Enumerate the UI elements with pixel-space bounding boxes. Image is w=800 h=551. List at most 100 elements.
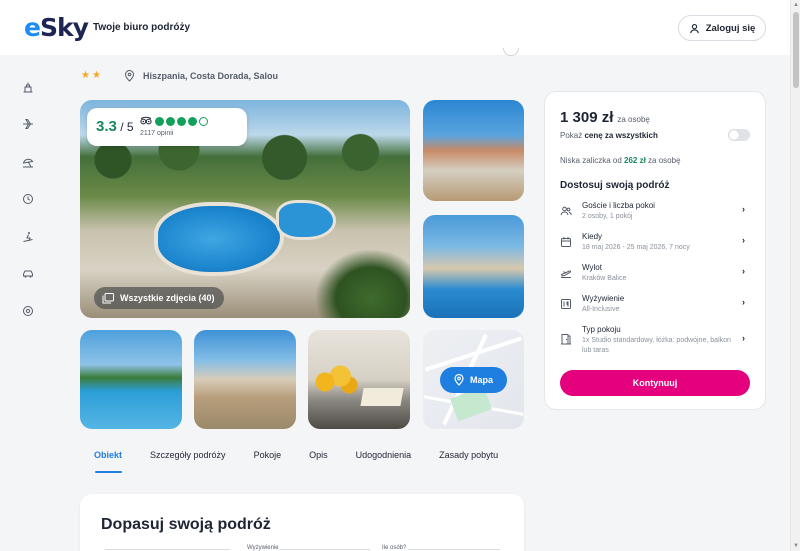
option-dates[interactable]: Kiedy 18 maj 2026 - 25 maj 2026, 7 nocy … — [560, 232, 752, 256]
photo-pool-side — [276, 200, 336, 240]
tab-trip-details[interactable]: Szczegóły podróży — [136, 450, 240, 474]
page-scrollbar[interactable]: ▲ ▼ — [790, 0, 800, 551]
price-unit: za osobę — [617, 115, 650, 124]
option-title: Kiedy — [582, 232, 603, 241]
tab-rules[interactable]: Zasady pobytu — [425, 450, 512, 474]
all-photos-label: Wszystkie zdjęcia (40) — [120, 293, 215, 303]
calendar-icon — [561, 237, 571, 247]
option-value: All-Inclusive — [582, 306, 620, 313]
beach-umbrella-icon — [22, 158, 34, 168]
scroll-thumb[interactable] — [793, 12, 799, 88]
option-title: Wyżywienie — [582, 294, 625, 303]
customize-trip-card: Dopasuj swoją podróż Wyżywienie Ile osób… — [80, 494, 524, 551]
photo-thumbnail-pool[interactable] — [80, 330, 182, 429]
tab-amenities[interactable]: Udogodnienia — [342, 450, 426, 474]
rating-bubble-empty — [199, 117, 208, 126]
photo-thumbnail-building[interactable] — [194, 330, 296, 429]
rating-bubble-filled — [188, 117, 197, 126]
hotel-icon — [23, 82, 33, 93]
chevron-right-icon: › — [742, 333, 745, 343]
rail-item-more[interactable] — [16, 299, 40, 323]
active-tab-indicator — [95, 471, 122, 473]
rating-count: 2117 opinii — [140, 130, 174, 137]
section-tabs: Obiekt Szczegóły podróży Pokoje Opis Udo… — [80, 450, 524, 476]
option-board[interactable]: Wyżywienie All-Inclusive › — [560, 294, 752, 318]
scroll-down-arrow-icon[interactable]: ▼ — [793, 543, 799, 549]
photo-pool — [154, 202, 284, 276]
tab-label: Pokoje — [253, 450, 282, 460]
category-rail — [16, 75, 40, 337]
location-pin-icon — [124, 70, 135, 82]
tab-label: Obiekt — [94, 450, 123, 460]
rating-bubbles — [155, 117, 208, 126]
option-value: 18 maj 2026 - 25 maj 2026, 7 nocy — [582, 244, 690, 251]
option-room-type[interactable]: Typ pokoju 1x Studio standardowy, łóżka:… — [560, 325, 752, 359]
photo-lemons — [314, 364, 358, 394]
rating-score: 3.3 / 5 — [96, 118, 134, 135]
photo-thumbnail-room-detail[interactable] — [308, 330, 410, 429]
rail-item-ski[interactable] — [16, 225, 40, 249]
photo-palm — [316, 250, 410, 318]
option-value: Kraków Balice — [582, 275, 627, 282]
deposit-info: Niska zaliczka od 262 zł za osobę — [560, 156, 681, 165]
takeoff-icon — [560, 270, 572, 278]
continue-button[interactable]: Kontynuuj — [560, 370, 750, 396]
esky-logo[interactable]: eSky — [24, 13, 89, 42]
option-title: Wylot — [582, 263, 602, 272]
door-icon — [561, 334, 571, 345]
user-icon — [689, 23, 699, 33]
globe-icon — [23, 306, 33, 317]
map-thumbnail[interactable]: Mapa — [423, 330, 524, 429]
hotel-location[interactable]: Hiszpania, Costa Dorada, Salou — [124, 70, 278, 82]
price-value: 1 309 zł — [560, 109, 614, 126]
header: eSky Twoje biuro podróży Zaloguj się — [0, 0, 800, 55]
show-total-price-label: Pokaż cenę za wszystkich — [560, 131, 658, 140]
map-button[interactable]: Mapa — [440, 367, 507, 393]
tab-obiekt[interactable]: Obiekt — [80, 450, 136, 474]
rail-item-holidays[interactable] — [16, 150, 40, 174]
tagline: Twoje biuro podróży — [93, 22, 191, 33]
tab-description[interactable]: Opis — [295, 450, 342, 474]
ski-icon — [23, 231, 33, 242]
rating-bubble-filled — [166, 117, 175, 126]
tab-label: Szczegóły podróży — [150, 450, 226, 460]
show-total-price-toggle[interactable] — [728, 129, 750, 141]
chevron-right-icon: › — [742, 266, 745, 276]
option-departure[interactable]: Wylot Kraków Balice › — [560, 263, 752, 287]
board-field-label: Wyżywienie — [247, 545, 279, 551]
map-label: Mapa — [469, 375, 493, 385]
tab-label: Zasady pobytu — [439, 450, 499, 460]
rating-card[interactable]: 3.3 / 5 2117 opinii — [87, 108, 247, 146]
scroll-up-arrow-icon[interactable]: ▲ — [793, 2, 799, 8]
chevron-right-icon: › — [742, 235, 745, 245]
plane-icon — [23, 119, 33, 130]
rail-item-flights[interactable] — [16, 112, 40, 136]
field-underline — [105, 549, 230, 550]
location-label: Hiszpania, Costa Dorada, Salou — [143, 71, 279, 81]
board-icon — [561, 299, 571, 309]
login-button[interactable]: Zaloguj się — [678, 15, 766, 41]
price-row: 1 309 zł za osobę — [560, 109, 650, 126]
map-pin-icon — [454, 374, 464, 386]
field-underline — [408, 549, 500, 550]
tripadvisor-icon — [140, 116, 152, 125]
tab-rooms[interactable]: Pokoje — [240, 450, 296, 474]
photo-thumbnail-hotel-facade[interactable] — [423, 100, 524, 201]
option-guests[interactable]: Goście i liczba pokoi 2 osoby, 1 pokój › — [560, 201, 752, 225]
rail-item-hotel[interactable] — [16, 75, 40, 99]
tab-label: Udogodnienia — [355, 450, 412, 460]
login-label: Zaloguj się — [705, 22, 756, 34]
field-underline — [280, 549, 370, 550]
option-value: 2 osoby, 1 pokój — [582, 213, 633, 220]
option-title: Typ pokoju — [582, 325, 621, 334]
guests-icon — [560, 206, 572, 216]
clock-icon — [23, 194, 33, 205]
rail-item-last-minute[interactable] — [16, 187, 40, 211]
option-title: Goście i liczba pokoi — [582, 201, 655, 210]
photo-thumbnail-hotel-pool[interactable] — [423, 215, 524, 318]
rail-item-cars[interactable] — [16, 262, 40, 286]
customize-title: Dostosuj swoją podróż — [560, 180, 670, 191]
all-photos-button[interactable]: Wszystkie zdjęcia (40) — [94, 287, 224, 309]
rating-bubble-filled — [177, 117, 186, 126]
gallery-icon — [102, 292, 114, 303]
